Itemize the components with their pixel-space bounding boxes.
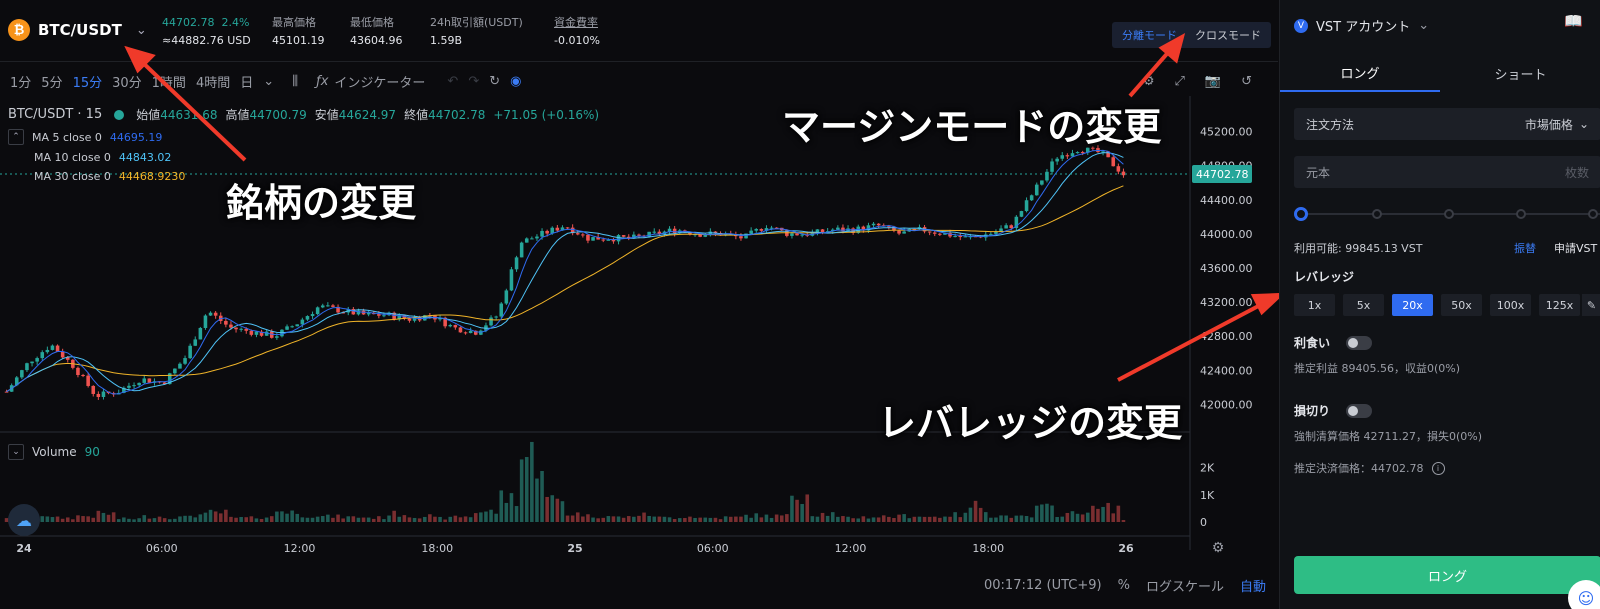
principal-input[interactable]: 元本 枚数 — [1294, 156, 1600, 188]
tab-long[interactable]: ロング — [1280, 54, 1440, 92]
annotation-margin-change: マージンモードの変更 — [782, 104, 1162, 149]
arrow-to-margin-mode — [1128, 46, 1174, 98]
slider-step-50[interactable] — [1444, 209, 1454, 219]
take-profit-row: 利食い — [1294, 334, 1373, 351]
info-icon[interactable]: i — [1431, 461, 1445, 475]
leverage-options: 1x 5x 20x 50x 100x 125x — [1294, 294, 1580, 316]
stop-loss-row: 損切り — [1294, 402, 1373, 419]
principal-placeholder: 元本 — [1306, 165, 1331, 180]
vst-logo-icon: V — [1294, 18, 1308, 33]
take-profit-toggle[interactable] — [1346, 335, 1373, 350]
account-chevron-icon: ⌄ — [1418, 18, 1430, 33]
arrow-to-leverage — [1117, 300, 1267, 382]
slider-step-25[interactable] — [1372, 209, 1382, 219]
annotation-leverage-change: レバレッジの変更 — [878, 400, 1183, 445]
leverage-20x[interactable]: 20x — [1392, 294, 1433, 316]
liquidation-estimate: 強制清算価格 42711.27，損失0(0%) — [1294, 430, 1483, 443]
order-panel: V VST アカウント ⌄ 📖 ロング ショート 注文方法 市場価格 ⌄ 元本 … — [1279, 0, 1600, 609]
account-selector[interactable]: V VST アカウント ⌄ — [1294, 16, 1429, 35]
transfer-link[interactable]: 振替 — [1514, 240, 1536, 256]
arrow-to-symbol — [138, 58, 247, 162]
book-icon[interactable]: 📖 — [1564, 12, 1583, 30]
leverage-125x[interactable]: 125x — [1539, 294, 1580, 316]
settle-price-row: 推定決済価格：44702.78 i — [1294, 460, 1445, 476]
leverage-5x[interactable]: 5x — [1343, 294, 1384, 316]
order-type-select[interactable]: 注文方法 市場価格 ⌄ — [1294, 108, 1600, 140]
order-type-chevron-icon: ⌄ — [1578, 117, 1589, 131]
available-balance: 利用可能: 99845.13 VST — [1294, 242, 1423, 255]
slider-step-75[interactable] — [1516, 209, 1526, 219]
amount-slider-handle[interactable] — [1294, 207, 1308, 221]
arrow-head-leverage — [1250, 292, 1286, 316]
edit-leverage-icon[interactable]: ✎ — [1582, 294, 1600, 316]
leverage-label: レバレッジ — [1294, 270, 1355, 284]
settle-price: 推定決済価格：44702.78 — [1294, 462, 1424, 475]
leverage-100x[interactable]: 100x — [1490, 294, 1531, 316]
annotation-symbol-change: 銘柄の変更 — [226, 180, 417, 225]
order-type-value: 市場価格 — [1524, 117, 1573, 132]
order-type-label: 注文方法 — [1306, 117, 1355, 132]
stop-loss-label: 損切り — [1294, 404, 1331, 418]
submit-long-button[interactable]: ロング — [1294, 556, 1600, 594]
leverage-50x[interactable]: 50x — [1441, 294, 1482, 316]
unit-label: 枚数 — [1564, 165, 1589, 180]
account-name: VST アカウント — [1316, 20, 1411, 35]
slider-step-100[interactable] — [1588, 209, 1598, 219]
tab-short[interactable]: ショート — [1440, 54, 1600, 92]
take-profit-estimate: 推定利益 89405.56，収益0(0%) — [1294, 362, 1461, 375]
leverage-1x[interactable]: 1x — [1294, 294, 1335, 316]
stop-loss-toggle[interactable] — [1346, 403, 1373, 418]
claim-vst-link[interactable]: 申請VST — [1554, 240, 1597, 256]
take-profit-label: 利食い — [1294, 336, 1331, 350]
support-avatar-icon[interactable]: ☺ — [1568, 580, 1600, 609]
